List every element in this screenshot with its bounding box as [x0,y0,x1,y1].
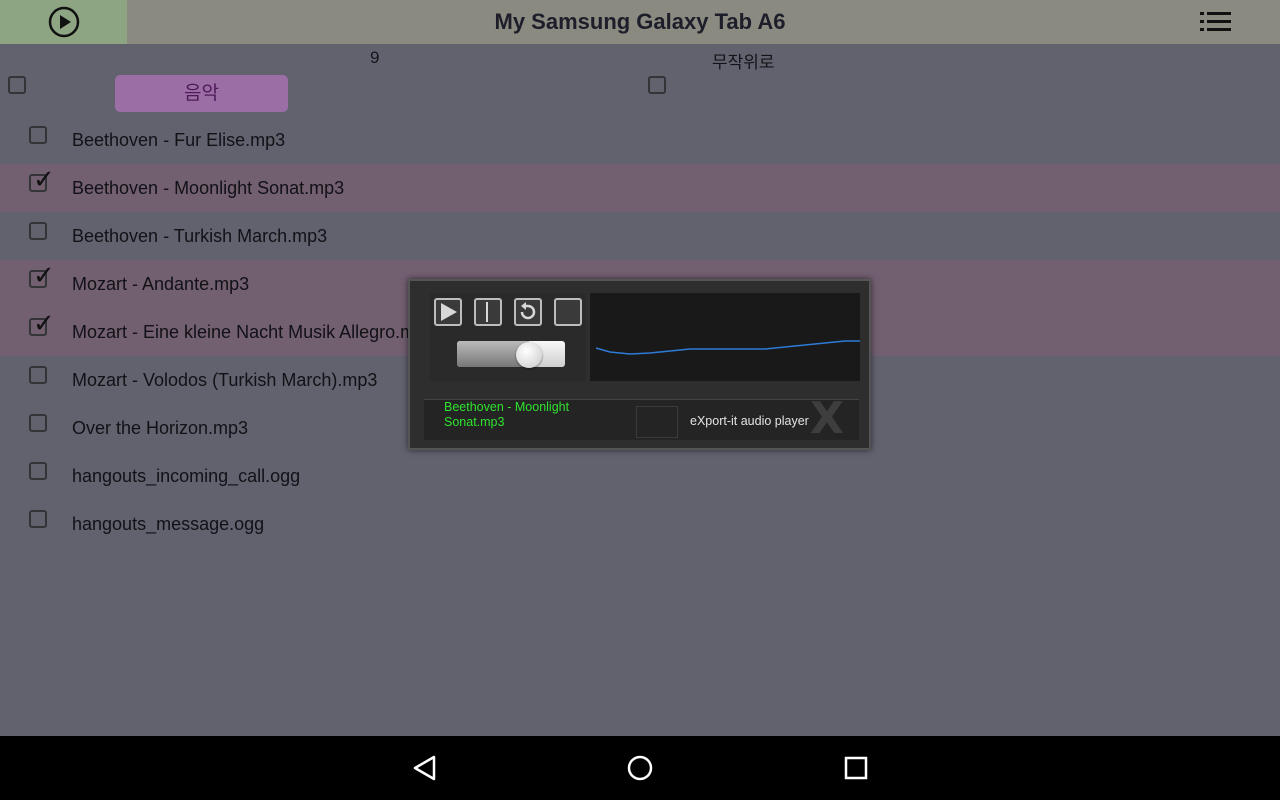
file-checkbox[interactable]: ✓ [29,263,55,289]
file-checkbox[interactable]: ✓ [29,167,55,193]
file-row[interactable]: hangouts_message.ogg [0,500,1280,548]
select-all-checkbox[interactable] [8,76,26,94]
file-name: Over the Horizon.mp3 [72,418,249,438]
player-placeholder-box [636,406,678,438]
recents-icon[interactable] [844,756,868,780]
stop-icon [556,300,580,324]
play-button[interactable] [434,298,462,326]
top-app-bar: My Samsung Galaxy Tab A6 [0,0,1280,44]
home-icon[interactable] [626,754,654,782]
file-checkbox[interactable] [29,510,47,528]
shuffle-label: 무작위로 [712,53,775,72]
checkmark-icon: ✓ [33,261,55,291]
file-checkbox[interactable]: ✓ [29,311,55,337]
file-row[interactable]: Beethoven - Fur Elise.mp3 [0,116,1280,164]
file-name: Mozart - Eine kleine Nacht Musik Allegro… [72,322,436,342]
audio-player-dialog: Beethoven - Moonlight Sonat.mp3 eXport-i… [408,279,871,450]
now-playing-text: Beethoven - Moonlight Sonat.mp3 [444,400,570,429]
waveform-line [595,340,860,355]
android-navigation-bar [0,736,1280,800]
file-row[interactable]: ✓ Beethoven - Moonlight Sonat.mp3 [0,164,1280,212]
music-button[interactable]: 음악 [115,75,288,112]
file-name: Beethoven - Turkish March.mp3 [72,226,328,246]
file-name: Beethoven - Moonlight Sonat.mp3 [72,178,345,198]
stop-button[interactable] [554,298,582,326]
volume-slider[interactable] [457,341,565,368]
repeat-button[interactable] [514,298,542,326]
player-brand: eXport-it audio player [690,414,809,428]
file-name: hangouts_incoming_call.ogg [72,466,301,486]
file-checkbox[interactable] [29,462,47,480]
file-checkbox[interactable] [29,126,47,144]
app-title: My Samsung Galaxy Tab A6 [494,9,786,34]
file-checkbox[interactable] [29,222,47,240]
waveform-display [590,293,860,381]
pause-icon [486,302,488,322]
file-row[interactable]: hangouts_incoming_call.ogg [0,452,1280,500]
volume-knob[interactable] [516,342,542,368]
back-icon[interactable] [412,755,438,781]
file-name: Beethoven - Fur Elise.mp3 [72,130,286,150]
file-checkbox[interactable] [29,414,47,432]
file-row[interactable]: Beethoven - Turkish March.mp3 [0,212,1280,260]
file-checkbox[interactable] [29,366,47,384]
list-menu-icon[interactable] [1200,11,1232,33]
close-player-button[interactable]: X [810,393,844,444]
file-name: hangouts_message.ogg [72,514,265,534]
repeat-icon [520,302,536,320]
play-icon [441,303,457,321]
pause-button[interactable] [474,298,502,326]
file-name: Mozart - Andante.mp3 [72,274,250,294]
checkmark-icon: ✓ [33,309,55,339]
file-count: 9 [370,48,380,67]
checkmark-icon: ✓ [33,165,55,195]
file-name: Mozart - Volodos (Turkish March).mp3 [72,370,378,390]
shuffle-checkbox[interactable] [648,76,666,94]
